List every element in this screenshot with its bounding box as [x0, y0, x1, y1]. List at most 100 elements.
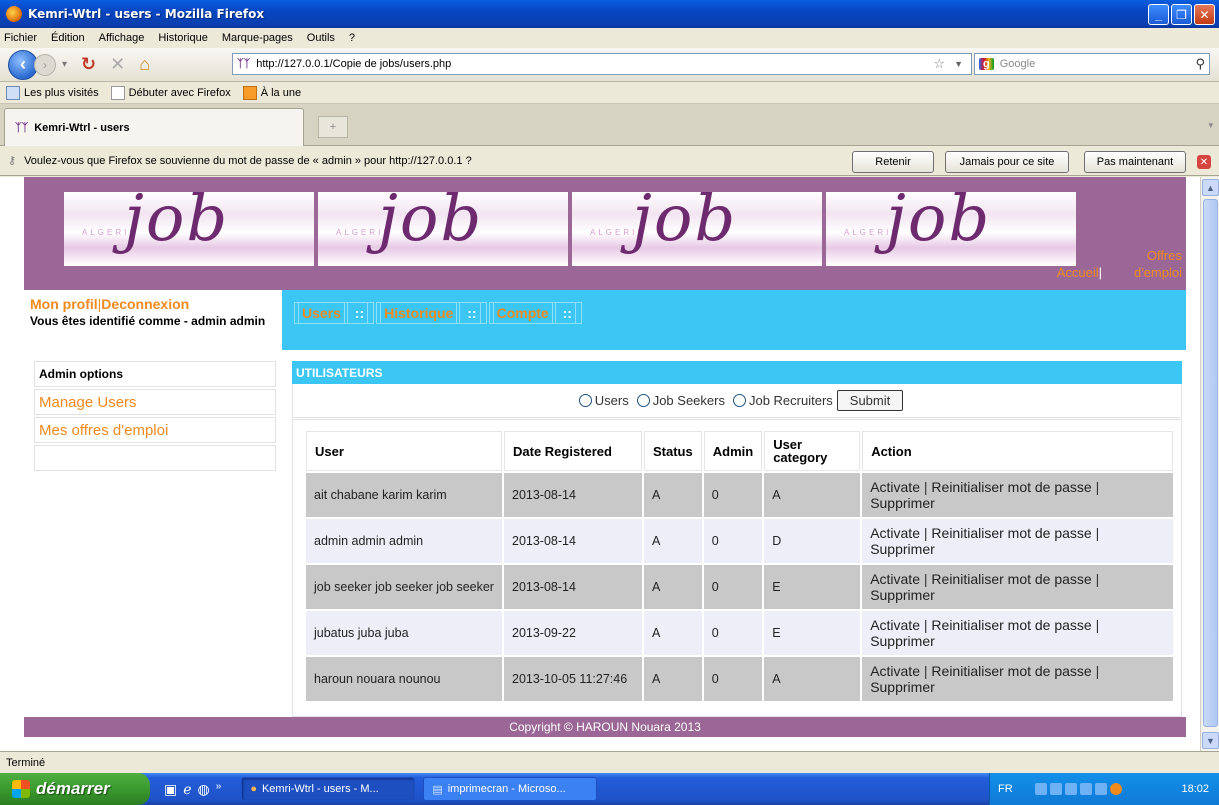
windows-taskbar: démarrer ▣ ℯ ◍ » ● Kemri-Wtrl - users - …	[0, 773, 1219, 805]
system-tray: FR 18:02	[989, 773, 1219, 805]
nav-offers-link[interactable]: Offres d'emploi	[1102, 247, 1182, 281]
menu-marque-pages[interactable]: Marque-pages	[222, 32, 293, 44]
delete-link[interactable]: Supprimer	[870, 541, 935, 557]
cell-category: E	[764, 565, 861, 609]
cell-category: A	[764, 657, 861, 701]
menu-outils[interactable]: Outils	[307, 32, 335, 44]
scroll-down-icon[interactable]: ▼	[1202, 732, 1219, 749]
bookmark-news[interactable]: À la une	[242, 85, 301, 100]
activate-link[interactable]: Activate	[870, 525, 920, 541]
col-action: Action	[862, 431, 1173, 471]
home-icon[interactable]: ⌂	[139, 54, 150, 75]
alert-icon[interactable]	[1109, 783, 1122, 795]
not-now-button[interactable]: Pas maintenant	[1084, 151, 1186, 173]
history-dropdown-icon[interactable]: ▾	[62, 59, 67, 70]
submit-button[interactable]: Submit	[836, 390, 904, 411]
menu-label: Users	[298, 302, 345, 324]
search-icon[interactable]: ⚲	[1195, 56, 1205, 72]
site-favicon: ᛉᛉ	[237, 58, 251, 70]
vertical-scrollbar[interactable]: ▲ ▼	[1200, 177, 1219, 751]
close-window-button[interactable]: ✕	[1194, 4, 1215, 25]
rss-icon	[242, 85, 257, 100]
desktop-icon[interactable]: ▣	[164, 781, 177, 798]
menu-historique-link[interactable]: Historique ::	[376, 302, 487, 324]
tab-label: Kemri-Wtrl - users	[34, 121, 130, 134]
bookmark-getting-started[interactable]: Débuter avec Firefox	[110, 85, 231, 100]
menu-affichage[interactable]: Affichage	[99, 32, 145, 44]
update-icon[interactable]	[1079, 783, 1092, 795]
activate-link[interactable]: Activate	[870, 617, 920, 633]
security-icon[interactable]	[1064, 783, 1077, 795]
scroll-thumb[interactable]	[1203, 199, 1218, 727]
maximize-button[interactable]: ❐	[1171, 4, 1192, 25]
browser-icon[interactable]: ◍	[198, 781, 210, 798]
menu-fichier[interactable]: Fichier	[4, 32, 37, 44]
reset-password-link[interactable]: Reinitialiser mot de passe	[931, 525, 1091, 541]
activate-link[interactable]: Activate	[870, 571, 920, 587]
menu-users-link[interactable]: Users ::	[294, 302, 375, 324]
table-header-row: User Date Registered Status Admin User c…	[306, 431, 1173, 471]
search-box[interactable]: g Google ⚲	[974, 53, 1210, 75]
sidebar-item-my-offers[interactable]: Mes offres d'emploi	[34, 417, 276, 443]
minimize-button[interactable]: _	[1148, 4, 1169, 25]
reset-password-link[interactable]: Reinitialiser mot de passe	[931, 617, 1091, 633]
menu-help[interactable]: ?	[349, 32, 355, 44]
activate-link[interactable]: Activate	[870, 479, 920, 495]
address-bar[interactable]: ᛉᛉ http://127.0.0.1/Copie de jobs/users.…	[232, 53, 972, 75]
menu-label: Historique	[380, 302, 458, 324]
tab-list-icon[interactable]: ▾	[1208, 120, 1213, 131]
delete-link[interactable]: Supprimer	[870, 679, 935, 695]
never-for-site-button[interactable]: Jamais pour ce site	[945, 151, 1069, 173]
ie-icon[interactable]: ℯ	[183, 781, 191, 798]
activate-link[interactable]: Activate	[870, 663, 920, 679]
site-favicon: ᛉᛉ	[15, 121, 29, 134]
tab-users[interactable]: ᛉᛉ Kemri-Wtrl - users	[4, 108, 304, 146]
bookmark-star-icon[interactable]: ☆	[933, 56, 945, 72]
key-icon: ⚷	[8, 155, 17, 167]
window-titlebar[interactable]: Kemri-Wtrl - users - Mozilla Firefox _ ❐…	[0, 0, 1219, 28]
users-table: User Date Registered Status Admin User c…	[304, 429, 1175, 703]
users-panel: UTILISATEURS Users Job Seekers Job Recru…	[292, 361, 1182, 717]
cell-actions: Activate | Reinitialiser mot de passe | …	[862, 657, 1173, 701]
radio-users[interactable]	[578, 394, 592, 407]
start-button[interactable]: démarrer	[0, 773, 150, 805]
new-tab-button[interactable]: +	[318, 116, 348, 138]
page-icon	[110, 85, 125, 100]
stop-icon[interactable]: ✕	[110, 54, 125, 75]
reload-icon[interactable]: ↻	[81, 54, 96, 75]
menu-compte-link[interactable]: Compte ::	[488, 302, 582, 324]
network-icon[interactable]	[1034, 783, 1047, 795]
profile-link[interactable]: Mon profil	[30, 296, 98, 312]
remember-password-button[interactable]: Retenir	[852, 151, 934, 173]
sidebar-item-manage-users[interactable]: Manage Users	[34, 389, 276, 415]
reset-password-link[interactable]: Reinitialiser mot de passe	[931, 479, 1091, 495]
radio-job-seekers[interactable]	[636, 394, 650, 407]
reset-password-link[interactable]: Reinitialiser mot de passe	[931, 663, 1091, 679]
scroll-up-icon[interactable]: ▲	[1202, 179, 1219, 196]
volume-icon[interactable]	[1049, 783, 1062, 795]
radio-job-recruiters[interactable]	[732, 394, 746, 407]
firefox-icon: ●	[250, 783, 257, 795]
logout-link[interactable]: Deconnexion	[101, 296, 189, 312]
url-dropdown-icon[interactable]: ▼	[954, 59, 963, 69]
language-indicator[interactable]: FR	[998, 783, 1013, 795]
delete-link[interactable]: Supprimer	[870, 633, 935, 649]
nav-home-link[interactable]: Accueil	[1057, 265, 1099, 280]
menu-historique[interactable]: Historique	[158, 32, 208, 44]
forward-button[interactable]: ›	[34, 53, 56, 76]
identified-as-text: Vous êtes identifié comme - admin admin	[30, 314, 266, 328]
delete-link[interactable]: Supprimer	[870, 495, 935, 511]
app-icon[interactable]	[1094, 783, 1107, 795]
logo-banner: ALGERIE job	[826, 192, 1076, 266]
close-notification-icon[interactable]: ✕	[1197, 155, 1211, 169]
google-engine-icon[interactable]: g	[979, 58, 994, 70]
taskbar-firefox[interactable]: ● Kemri-Wtrl - users - M...	[241, 777, 416, 801]
admin-menu: Users :: Historique :: Compte ::	[282, 290, 1186, 350]
delete-link[interactable]: Supprimer	[870, 587, 935, 603]
taskbar-imprimecran[interactable]: ▤ imprimecran - Microso...	[423, 777, 598, 801]
reset-password-link[interactable]: Reinitialiser mot de passe	[931, 571, 1091, 587]
quick-launch-more-icon[interactable]: »	[216, 781, 222, 798]
menu-edition[interactable]: Édition	[51, 32, 85, 44]
bookmark-most-visited[interactable]: Les plus visités	[6, 85, 99, 100]
radio-label: Users	[594, 393, 629, 408]
